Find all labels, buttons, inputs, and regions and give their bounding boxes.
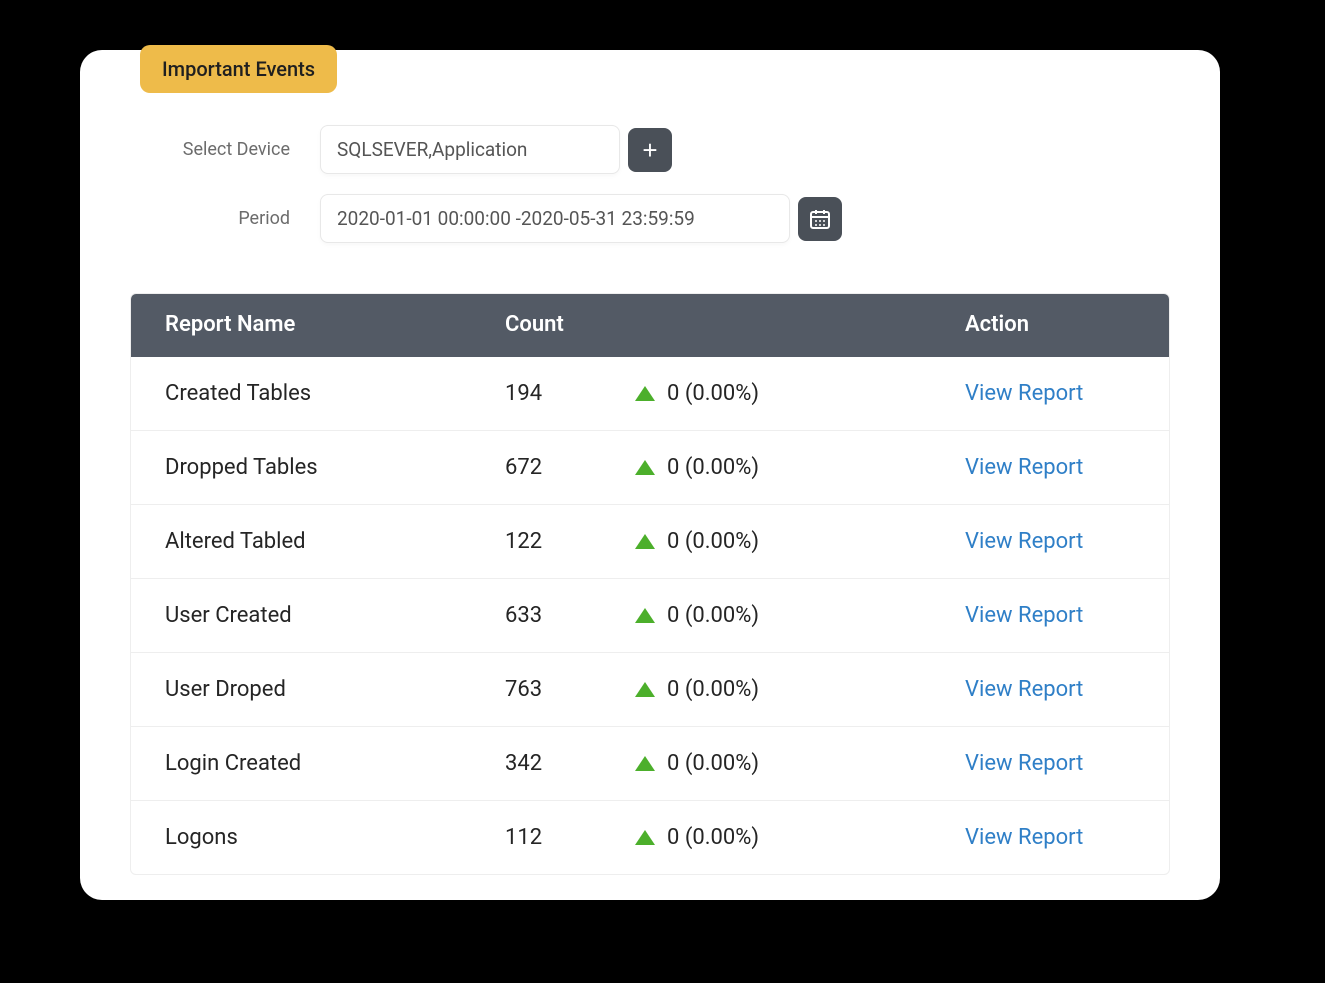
view-report-link[interactable]: View Report <box>965 455 1083 480</box>
cell-report-name: User Droped <box>131 653 471 727</box>
triangle-up-icon <box>635 386 655 401</box>
triangle-up-icon <box>635 608 655 623</box>
device-row: Select Device SQLSEVER,Application + <box>130 125 1170 174</box>
view-report-link[interactable]: View Report <box>965 381 1083 406</box>
cell-action: View Report <box>931 579 1169 653</box>
triangle-up-icon <box>635 682 655 697</box>
header-delta <box>601 294 931 357</box>
table-row: Created Tables194 0 (0.00%) View Report <box>131 357 1169 431</box>
cell-count: 633 <box>471 579 601 653</box>
cell-action: View Report <box>931 357 1169 431</box>
cell-report-name: Logons <box>131 801 471 875</box>
cell-delta: 0 (0.00%) <box>601 579 931 653</box>
period-label: Period <box>130 208 320 229</box>
cell-delta: 0 (0.00%) <box>601 653 931 727</box>
period-row: Period 2020-01-01 00:00:00 -2020-05-31 2… <box>130 194 1170 243</box>
table-row: User Created633 0 (0.00%) View Report <box>131 579 1169 653</box>
report-table-wrap: Report Name Count Action Created Tables1… <box>130 293 1170 875</box>
cell-report-name: Login Created <box>131 727 471 801</box>
view-report-link[interactable]: View Report <box>965 529 1083 554</box>
delta-text: 0 (0.00%) <box>667 825 759 850</box>
cell-action: View Report <box>931 801 1169 875</box>
view-report-link[interactable]: View Report <box>965 751 1083 776</box>
view-report-link[interactable]: View Report <box>965 677 1083 702</box>
header-action: Action <box>931 294 1169 357</box>
period-input[interactable]: 2020-01-01 00:00:00 -2020-05-31 23:59:59 <box>320 194 790 243</box>
tab-important-events[interactable]: Important Events <box>140 45 337 93</box>
cell-report-name: Created Tables <box>131 357 471 431</box>
delta-text: 0 (0.00%) <box>667 455 759 480</box>
plus-icon: + <box>642 137 657 163</box>
cell-count: 672 <box>471 431 601 505</box>
delta-text: 0 (0.00%) <box>667 603 759 628</box>
table-header-row: Report Name Count Action <box>131 294 1169 357</box>
cell-report-name: User Created <box>131 579 471 653</box>
cell-delta: 0 (0.00%) <box>601 505 931 579</box>
delta-text: 0 (0.00%) <box>667 751 759 776</box>
table-row: Login Created342 0 (0.00%) View Report <box>131 727 1169 801</box>
view-report-link[interactable]: View Report <box>965 825 1083 850</box>
add-device-button[interactable]: + <box>628 128 672 172</box>
cell-action: View Report <box>931 505 1169 579</box>
cell-action: View Report <box>931 727 1169 801</box>
triangle-up-icon <box>635 756 655 771</box>
cell-count: 122 <box>471 505 601 579</box>
table-row: Dropped Tables672 0 (0.00%) View Report <box>131 431 1169 505</box>
cell-report-name: Dropped Tables <box>131 431 471 505</box>
delta-text: 0 (0.00%) <box>667 677 759 702</box>
cell-delta: 0 (0.00%) <box>601 727 931 801</box>
delta-text: 0 (0.00%) <box>667 381 759 406</box>
cell-delta: 0 (0.00%) <box>601 801 931 875</box>
device-value: SQLSEVER,Application <box>337 138 527 161</box>
device-label: Select Device <box>130 139 320 160</box>
triangle-up-icon <box>635 460 655 475</box>
header-report-name: Report Name <box>131 294 471 357</box>
cell-report-name: Altered Tabled <box>131 505 471 579</box>
calendar-icon <box>808 207 832 231</box>
table-row: Altered Tabled122 0 (0.00%) View Report <box>131 505 1169 579</box>
cell-count: 763 <box>471 653 601 727</box>
calendar-button[interactable] <box>798 197 842 241</box>
cell-count: 342 <box>471 727 601 801</box>
cell-count: 112 <box>471 801 601 875</box>
tab-label: Important Events <box>162 57 315 81</box>
cell-action: View Report <box>931 431 1169 505</box>
triangle-up-icon <box>635 534 655 549</box>
cell-action: View Report <box>931 653 1169 727</box>
delta-text: 0 (0.00%) <box>667 529 759 554</box>
table-row: Logons112 0 (0.00%) View Report <box>131 801 1169 875</box>
triangle-up-icon <box>635 830 655 845</box>
report-table: Report Name Count Action Created Tables1… <box>131 294 1169 874</box>
table-row: User Droped763 0 (0.00%) View Report <box>131 653 1169 727</box>
period-value: 2020-01-01 00:00:00 -2020-05-31 23:59:59 <box>337 207 695 230</box>
cell-delta: 0 (0.00%) <box>601 431 931 505</box>
view-report-link[interactable]: View Report <box>965 603 1083 628</box>
header-count: Count <box>471 294 601 357</box>
cell-delta: 0 (0.00%) <box>601 357 931 431</box>
report-card: Important Events Select Device SQLSEVER,… <box>80 50 1220 900</box>
cell-count: 194 <box>471 357 601 431</box>
device-input[interactable]: SQLSEVER,Application <box>320 125 620 174</box>
